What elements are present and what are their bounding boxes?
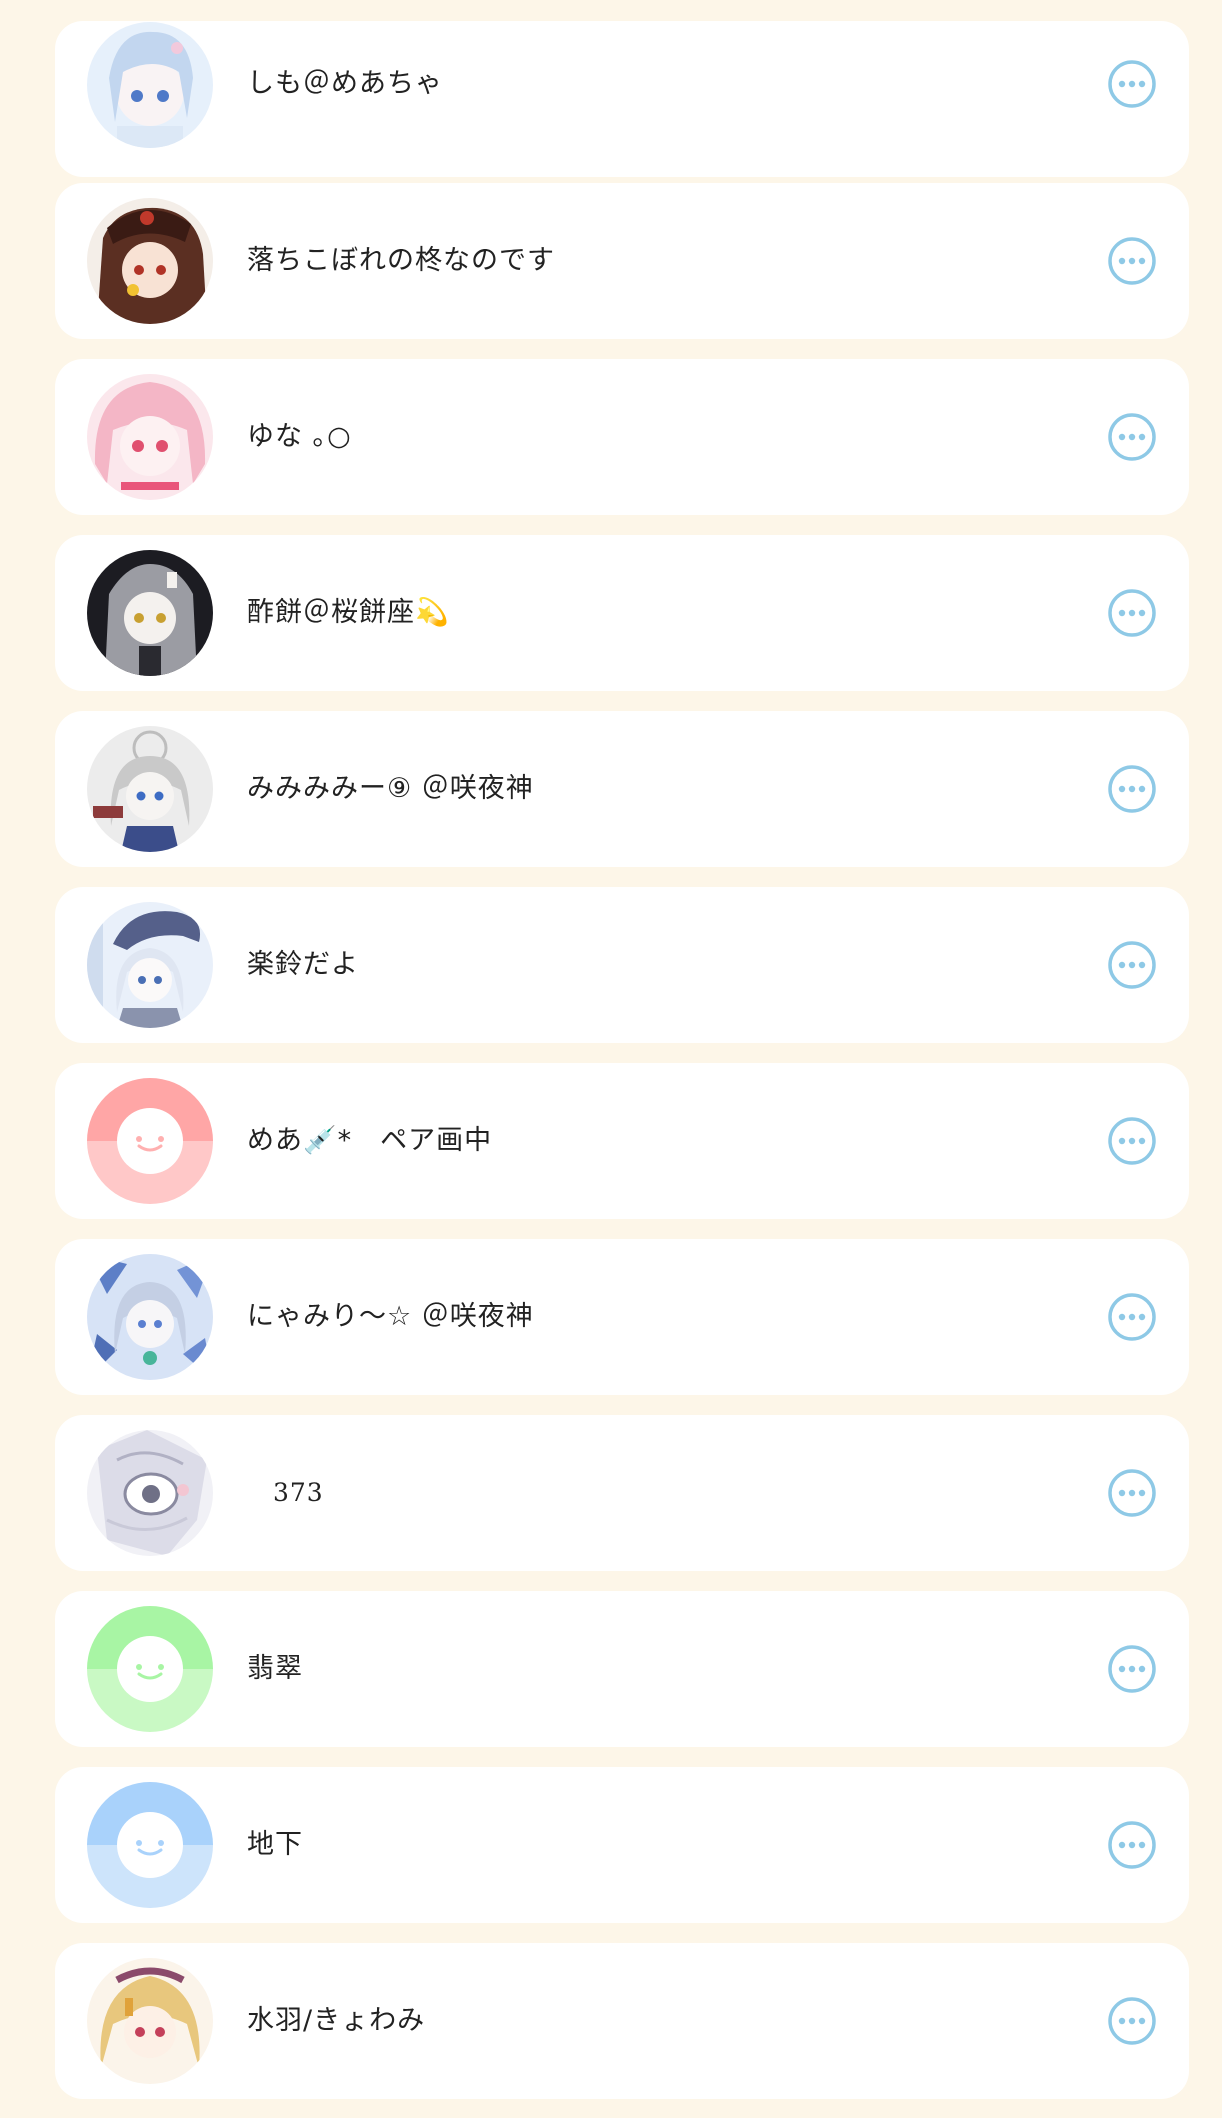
more-horizontal-circle-icon — [1108, 941, 1156, 989]
contact-name: ゆな ｡○ — [247, 421, 352, 452]
more-horizontal-circle-icon — [1108, 413, 1156, 461]
contact-row[interactable]: しも＠めあちゃ — [55, 21, 1189, 177]
more-horizontal-circle-icon — [1108, 60, 1156, 108]
contact-row[interactable]: にゃみり〜☆ ＠咲夜神 — [55, 1239, 1189, 1395]
avatar[interactable] — [87, 550, 213, 676]
more-options-button[interactable] — [1107, 1644, 1157, 1694]
contact-name: 酢餅＠桜餅座💫 — [247, 597, 450, 628]
contact-name: めあ💉* ペア画中 — [247, 1125, 493, 1156]
avatar[interactable] — [87, 1254, 213, 1380]
contact-row[interactable]: 373 — [55, 1415, 1189, 1571]
contact-name: しも＠めあちゃ — [247, 68, 443, 99]
contact-name: 楽鈴だよ — [247, 949, 359, 980]
contact-row[interactable]: みみみみー⑨ ＠咲夜神 — [55, 711, 1189, 867]
contact-row[interactable]: 酢餅＠桜餅座💫 — [55, 535, 1189, 691]
contact-row[interactable]: ゆな ｡○ — [55, 359, 1189, 515]
more-horizontal-circle-icon — [1108, 1469, 1156, 1517]
contact-name: 翡翠 — [247, 1653, 303, 1684]
contact-row[interactable]: 楽鈴だよ — [55, 887, 1189, 1043]
more-horizontal-circle-icon — [1108, 237, 1156, 285]
more-horizontal-circle-icon — [1108, 1997, 1156, 2045]
more-horizontal-circle-icon — [1108, 589, 1156, 637]
more-options-button[interactable] — [1107, 1292, 1157, 1342]
avatar[interactable] — [87, 726, 213, 852]
more-options-button[interactable] — [1107, 236, 1157, 286]
more-horizontal-circle-icon — [1108, 765, 1156, 813]
avatar[interactable] — [87, 1782, 213, 1908]
more-options-button[interactable] — [1107, 1116, 1157, 1166]
more-horizontal-circle-icon — [1108, 1117, 1156, 1165]
more-horizontal-circle-icon — [1108, 1293, 1156, 1341]
more-options-button[interactable] — [1107, 940, 1157, 990]
avatar[interactable] — [87, 1958, 213, 2084]
contact-row[interactable]: めあ💉* ペア画中 — [55, 1063, 1189, 1219]
avatar[interactable] — [87, 198, 213, 324]
avatar[interactable] — [87, 1430, 213, 1556]
contact-row[interactable]: 水羽/きょわみ — [55, 1943, 1189, 2099]
contact-row[interactable]: 地下 — [55, 1767, 1189, 1923]
more-options-button[interactable] — [1107, 59, 1157, 109]
more-options-button[interactable] — [1107, 1820, 1157, 1870]
avatar[interactable] — [87, 374, 213, 500]
contact-name: にゃみり〜☆ ＠咲夜神 — [247, 1301, 534, 1332]
contact-name: 水羽/きょわみ — [247, 2005, 426, 2036]
contact-name: 373 — [273, 1478, 324, 1507]
more-horizontal-circle-icon — [1108, 1645, 1156, 1693]
contact-name: みみみみー⑨ ＠咲夜神 — [247, 773, 534, 804]
contact-name: 地下 — [247, 1829, 303, 1860]
contact-name: 落ちこぼれの柊なのです — [247, 245, 555, 276]
more-options-button[interactable] — [1107, 588, 1157, 638]
avatar[interactable] — [87, 1078, 213, 1204]
more-options-button[interactable] — [1107, 1996, 1157, 2046]
more-options-button[interactable] — [1107, 1468, 1157, 1518]
avatar[interactable] — [87, 902, 213, 1028]
contact-row[interactable]: 落ちこぼれの柊なのです — [55, 183, 1189, 339]
avatar[interactable] — [87, 1606, 213, 1732]
more-options-button[interactable] — [1107, 764, 1157, 814]
more-options-button[interactable] — [1107, 412, 1157, 462]
more-horizontal-circle-icon — [1108, 1821, 1156, 1869]
contact-row[interactable]: 翡翠 — [55, 1591, 1189, 1747]
avatar[interactable] — [87, 22, 213, 148]
